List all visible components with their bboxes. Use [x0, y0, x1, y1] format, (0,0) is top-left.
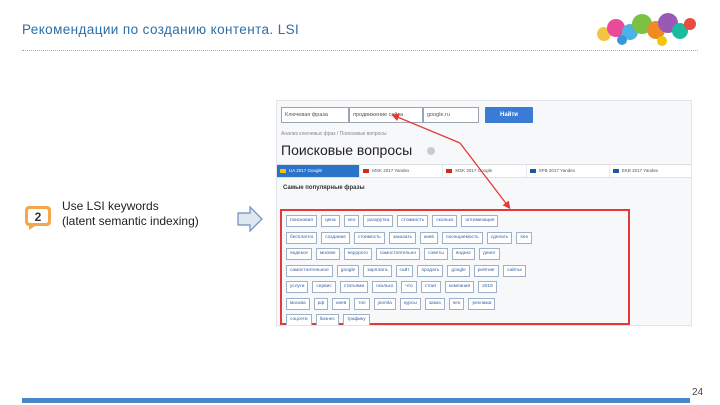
- slide-title: Рекомендации по созданию контента. LSI: [22, 22, 300, 37]
- lsi-keyword-tag[interactable]: стоимость: [353, 231, 385, 244]
- tag-row: бесплатно создание стоимость заказать киев по…: [286, 231, 624, 244]
- lsi-keyword-tag[interactable]: советы: [424, 248, 448, 260]
- tag-row: поисковая цена seo раскрутка стоимость скольк…: [286, 215, 624, 227]
- database-tabs: UA 2017 Google MSK 2017 Yandex MSK 2017 Go…: [277, 164, 691, 178]
- flag-icon: [280, 169, 286, 173]
- database-tab[interactable]: EKB 2017 Yandex: [610, 165, 691, 177]
- lsi-keyword-tag[interactable]: трафику: [342, 314, 370, 325]
- lsi-keyword-tag[interactable]: joomla: [373, 297, 396, 310]
- database-tab[interactable]: MSK 2017 Yandex: [360, 165, 444, 177]
- database-tab-label: UA 2017 Google: [289, 168, 323, 173]
- lsi-keyword-tag[interactable]: сайтах: [503, 264, 527, 277]
- tag-row: яндексе москве недорого самостоятельно совет…: [286, 248, 624, 260]
- tag-row: услуги сервис статьями сколько что стоит компа…: [286, 281, 624, 293]
- title-divider: [22, 50, 698, 51]
- lsi-keyword-tag[interactable]: заказ: [424, 297, 445, 310]
- database-tab[interactable]: UA 2017 Google: [277, 165, 361, 177]
- lsi-keyword-tag[interactable]: бизнес: [315, 314, 339, 325]
- tag-row: самостоятельное google зарплата сайт продать…: [286, 264, 624, 277]
- step-number: 2: [34, 210, 42, 224]
- lsi-keyword-tag[interactable]: москва: [286, 297, 310, 310]
- lsi-keyword-tag[interactable]: google: [336, 264, 360, 277]
- database-tab-label: EKB 2017 Yandex: [621, 168, 659, 173]
- lsi-keyword-tag[interactable]: яндексе: [286, 248, 312, 260]
- lsi-keyword-tag[interactable]: рейтинг: [473, 264, 500, 277]
- lsi-keyword-tag[interactable]: самостоятельно: [375, 248, 420, 260]
- footer-bar: [22, 398, 690, 403]
- step-line-1: Use LSI keywords: [62, 199, 159, 213]
- lsi-keyword-tag[interactable]: поисковая: [286, 215, 317, 227]
- lsi-keyword-tag[interactable]: москве: [315, 248, 340, 260]
- flag-icon: [612, 169, 619, 173]
- lsi-keyword-tag[interactable]: сколько: [432, 215, 458, 227]
- lsi-tags-highlight: поисковая цена seo раскрутка стоимость скольк…: [280, 209, 630, 325]
- lsi-keyword-tag[interactable]: seo: [516, 231, 533, 244]
- lsi-keyword-tag[interactable]: заказать: [388, 231, 416, 244]
- lsi-keyword-tag[interactable]: соцсети: [286, 314, 312, 325]
- page-number: 24: [692, 387, 704, 398]
- flag-icon: [529, 169, 536, 173]
- lsi-keyword-tag[interactable]: киев: [332, 297, 351, 310]
- lsi-keyword-tag[interactable]: самостоятельное: [286, 264, 333, 277]
- lsi-keyword-tag[interactable]: недорого: [343, 248, 372, 260]
- flag-icon: [446, 169, 453, 173]
- popular-phrases-title: Самые популярные фразы: [283, 185, 365, 191]
- lsi-keyword-tag[interactable]: оптимизация: [461, 215, 499, 227]
- database-tab[interactable]: SPB 2017 Yandex: [527, 165, 610, 177]
- lsi-keyword-tag[interactable]: бесплатно: [286, 231, 318, 244]
- search-query-input[interactable]: продвижение сайта: [349, 107, 423, 123]
- lsi-keyword-tag[interactable]: денег: [479, 248, 500, 260]
- lsi-keyword-tag[interactable]: стоит: [420, 281, 441, 293]
- lsi-keyword-tag[interactable]: сколько: [372, 281, 398, 293]
- search-button[interactable]: Найти: [485, 107, 533, 123]
- database-tab[interactable]: MSK 2017 Google: [443, 165, 527, 177]
- right-arrow-icon: [237, 205, 263, 233]
- tag-row: соцсети бизнес трафику: [286, 314, 624, 325]
- lsi-keyword-tag[interactable]: сделать: [486, 231, 513, 244]
- serp-tool-screenshot: Ключевая фраза продвижение сайта google.…: [276, 100, 692, 326]
- lsi-keyword-tag[interactable]: рф: [313, 297, 329, 310]
- lsi-keyword-tag[interactable]: яндекс: [451, 248, 476, 260]
- breadcrumb: Анализ ключевых фраз / Поисковые вопросы: [281, 131, 387, 137]
- lsi-keyword-tag[interactable]: стоимость: [397, 215, 429, 227]
- lsi-keyword-tag[interactable]: киев: [419, 231, 438, 244]
- tag-row: москва рф киев топ joomla курсы заказ seo реклам…: [286, 297, 624, 310]
- lsi-keyword-tag[interactable]: цена: [320, 215, 340, 227]
- page-heading: Поисковые вопросы: [281, 142, 413, 158]
- lsi-keyword-tag[interactable]: что: [401, 281, 417, 293]
- search-type-select[interactable]: Ключевая фраза: [281, 107, 349, 123]
- search-region-select[interactable]: google.ru: [423, 107, 479, 123]
- lsi-keyword-tag[interactable]: статьями: [339, 281, 369, 293]
- database-tab-label: MSK 2017 Yandex: [372, 168, 410, 173]
- database-tab-label: SPB 2017 Yandex: [538, 168, 575, 173]
- speech-bubbles-logo: [597, 13, 696, 46]
- database-tab-label: MSK 2017 Google: [455, 168, 493, 173]
- lsi-keyword-tag[interactable]: google: [447, 264, 470, 277]
- lsi-keyword-tag[interactable]: seo: [448, 297, 465, 310]
- step-line-2: (latent semantic indexing): [62, 214, 199, 228]
- lsi-keyword-tag[interactable]: seo: [343, 215, 360, 227]
- lsi-keyword-tag[interactable]: сайт: [395, 264, 414, 277]
- lsi-keyword-tag[interactable]: компания: [444, 281, 475, 293]
- info-icon: [427, 147, 435, 155]
- lsi-keyword-tag[interactable]: сервис: [312, 281, 336, 293]
- lsi-keyword-tag[interactable]: продать: [417, 264, 444, 277]
- lsi-keyword-tag[interactable]: 2016: [478, 281, 497, 293]
- lsi-keyword-tag[interactable]: создание: [321, 231, 350, 244]
- lsi-keyword-tag[interactable]: посещаемость: [441, 231, 483, 244]
- lsi-keyword-tag[interactable]: курсы: [399, 297, 421, 310]
- lsi-keyword-tag[interactable]: топ: [354, 297, 370, 310]
- lsi-keyword-tag[interactable]: реклама: [468, 297, 496, 310]
- lsi-keyword-tag[interactable]: раскрутка: [363, 215, 394, 227]
- step-description: Use LSI keywords (latent semantic indexi…: [62, 199, 199, 229]
- lsi-keyword-tag[interactable]: услуги: [286, 281, 309, 293]
- search-bar: Ключевая фраза продвижение сайта google.…: [281, 107, 533, 123]
- flag-icon: [363, 169, 370, 173]
- lsi-keyword-tag[interactable]: зарплата: [363, 264, 392, 277]
